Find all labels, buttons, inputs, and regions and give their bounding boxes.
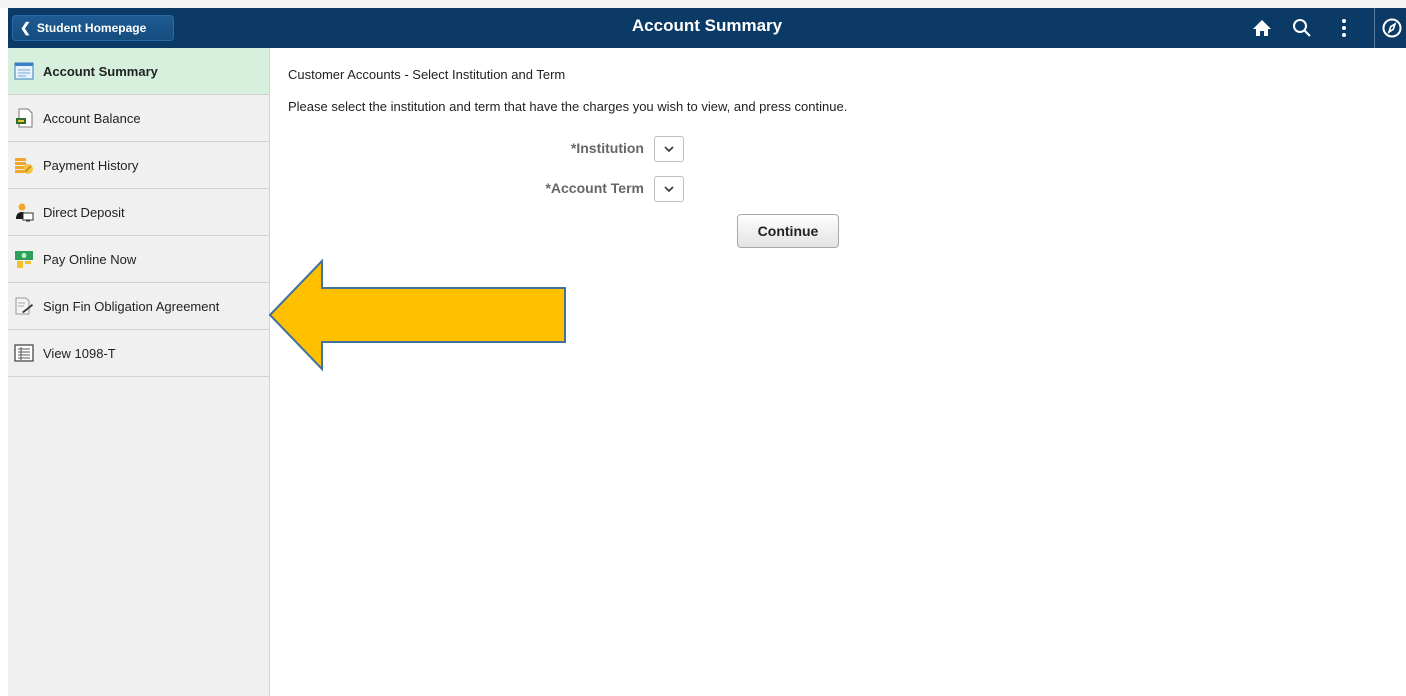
home-icon[interactable]: [1248, 14, 1276, 42]
account-summary-icon: [13, 61, 35, 81]
sidebar-item-label: Direct Deposit: [43, 204, 125, 220]
search-icon[interactable]: [1288, 14, 1316, 42]
left-arrow-annotation: [268, 258, 566, 372]
sign-agreement-icon: [13, 296, 35, 316]
direct-deposit-icon: [13, 202, 35, 222]
institution-select[interactable]: [654, 136, 684, 162]
top-strip: [0, 0, 1406, 8]
sidebar-item-sign-fin-obligation-agreement[interactable]: Sign Fin Obligation Agreement: [8, 283, 269, 330]
institution-label: *Institution: [570, 140, 644, 156]
continue-button[interactable]: Continue: [737, 214, 839, 248]
sidebar-item-view-1098t[interactable]: View 1098-T: [8, 330, 269, 377]
more-vertical-icon[interactable]: [1330, 14, 1358, 42]
instructions-text: Please select the institution and term t…: [288, 99, 848, 114]
chevron-down-icon: [664, 186, 674, 193]
back-to-student-homepage-button[interactable]: ❮ Student Homepage: [12, 15, 174, 41]
section-heading: Customer Accounts - Select Institution a…: [288, 67, 566, 82]
sidebar-item-label: Pay Online Now: [43, 251, 137, 267]
sidebar-item-pay-online-now[interactable]: Pay Online Now: [8, 236, 269, 283]
chevron-left-icon: ❮: [20, 20, 31, 35]
sidebar-item-label: Account Balance: [43, 110, 141, 126]
account-term-label: *Account Term: [545, 180, 644, 196]
account-term-select[interactable]: [654, 176, 684, 202]
sidebar-item-direct-deposit[interactable]: Direct Deposit: [8, 189, 269, 236]
pay-online-icon: [13, 249, 35, 269]
page-header: ❮ Student Homepage Account Summary: [8, 8, 1406, 48]
sidebar: Account Summary Account Balance Payment …: [8, 48, 270, 696]
page-title: Account Summary: [631, 16, 783, 35]
header-divider: [1374, 8, 1375, 48]
sidebar-item-label: Account Summary: [43, 63, 158, 79]
back-button-label: Student Homepage: [36, 21, 147, 35]
sidebar-item-label: Payment History: [43, 157, 139, 173]
sidebar-item-account-balance[interactable]: Account Balance: [8, 95, 269, 142]
account-balance-icon: [13, 108, 35, 128]
sidebar-item-account-summary[interactable]: Account Summary: [8, 48, 269, 95]
sidebar-item-label: Sign Fin Obligation Agreement: [43, 298, 220, 314]
payment-history-icon: [13, 155, 35, 175]
navigator-compass-icon[interactable]: [1378, 14, 1406, 42]
sidebar-item-payment-history[interactable]: Payment History: [8, 142, 269, 189]
view-1098t-icon: [13, 343, 35, 363]
sidebar-item-label: View 1098-T: [43, 345, 116, 361]
chevron-down-icon: [664, 146, 674, 153]
